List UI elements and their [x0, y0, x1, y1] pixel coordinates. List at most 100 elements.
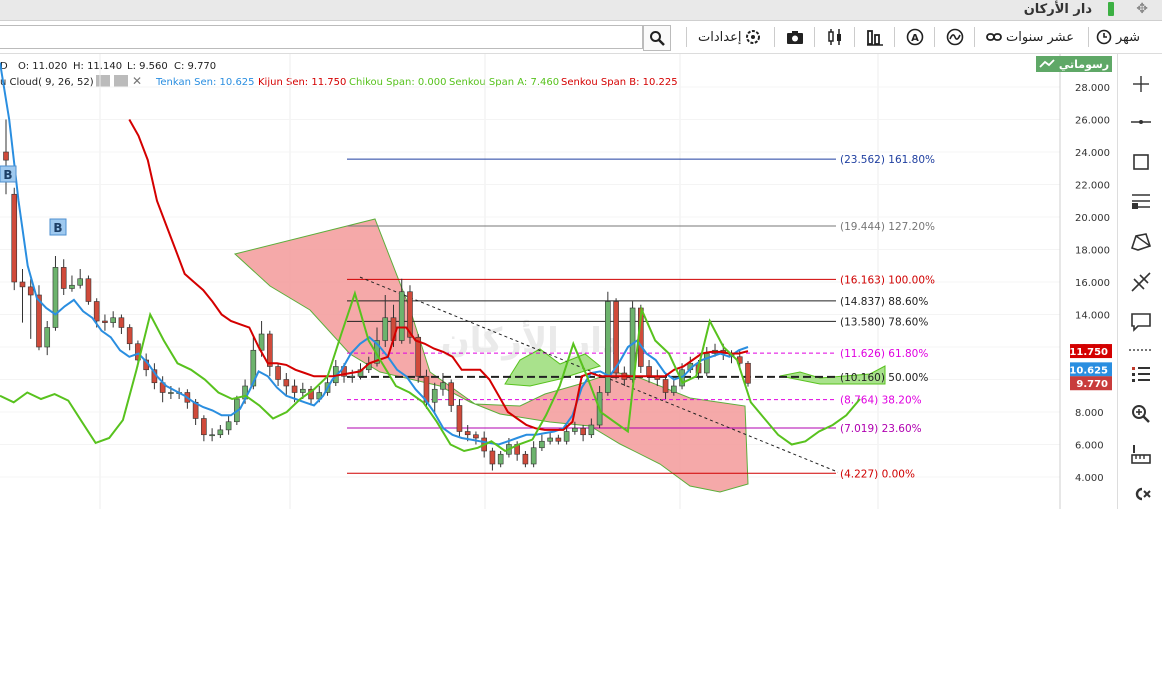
clock-icon: [1096, 29, 1112, 45]
candle-body: [126, 327, 133, 345]
candle-body: [563, 431, 570, 442]
y-axis-tick-label: 28.000: [1075, 83, 1110, 94]
zoom-tool[interactable]: [1118, 400, 1162, 428]
candle-body: [588, 424, 595, 436]
move-icon[interactable]: ✥: [1136, 1, 1148, 17]
buy-signal-label: B: [3, 168, 12, 182]
candle-body: [555, 437, 562, 442]
dotted-divider: [1128, 349, 1153, 351]
price-chart[interactable]: 4.0006.0008.00010.00012.00014.00016.0001…: [0, 54, 1112, 509]
pattern-tool[interactable]: [1118, 228, 1162, 256]
period-month-label: شهر: [1116, 29, 1141, 45]
candle-body: [118, 317, 125, 328]
ruler-tool[interactable]: [1118, 440, 1162, 468]
symbol-search-input[interactable]: [0, 25, 643, 49]
window-title: دار الأركان: [1023, 2, 1092, 17]
gear-icon: [746, 30, 761, 44]
fibonacci-icon: [1131, 194, 1150, 209]
candle-body: [522, 453, 529, 465]
price-badge-label: 10.625: [1069, 365, 1108, 376]
y-axis-tick-label: 24.000: [1075, 148, 1110, 159]
fib-level-label: (11.626) 61.80%: [840, 348, 928, 360]
period-month-button[interactable]: شهر: [1096, 25, 1140, 49]
y-axis-tick-label: 4.000: [1075, 473, 1104, 484]
green-indicator: [1108, 2, 1114, 16]
period-decade-button[interactable]: عشر سنوات: [986, 25, 1074, 49]
ruler-icon: [1130, 445, 1151, 464]
toolbar-separator: [854, 27, 855, 47]
y-axis-tick-label: 20.000: [1075, 213, 1110, 224]
candle-body: [745, 362, 751, 384]
candle-body: [85, 278, 92, 302]
candle-body: [3, 151, 9, 161]
camera-icon: [787, 31, 803, 44]
candle-body: [547, 437, 553, 442]
rectangle-tool[interactable]: [1118, 148, 1162, 176]
horizontal-line-tool[interactable]: [1118, 108, 1162, 136]
drawing-tools-panel: [1117, 54, 1162, 509]
rectangle-icon: [1132, 154, 1149, 170]
toolbar-separator: [774, 27, 775, 47]
fib-level-label: (23.562) 161.80%: [840, 154, 935, 166]
search-button[interactable]: [643, 25, 671, 51]
y-axis-tick-label: 22.000: [1075, 181, 1110, 192]
fib-level-label: (13.580) 78.60%: [840, 316, 928, 328]
indicators-button[interactable]: [866, 25, 884, 49]
y-axis-tick-label: 8.000: [1075, 408, 1104, 419]
candle-body: [440, 382, 446, 390]
indicator-list-tool[interactable]: [1118, 360, 1162, 388]
candle-body: [473, 434, 479, 439]
fib-level-label: (19.444) 127.20%: [840, 221, 935, 233]
candle-body: [448, 382, 455, 406]
pitchfork-tool[interactable]: [1118, 268, 1162, 296]
toolbar-separator: [894, 27, 895, 47]
window-titlebar: ✥ دار الأركان: [0, 0, 1162, 21]
candle-body: [11, 193, 18, 283]
candle-body: [497, 453, 504, 465]
candle-body: [580, 427, 586, 436]
drawings-tab[interactable]: رسوماتي: [1036, 56, 1112, 72]
candle-body: [382, 317, 389, 341]
candle-body: [267, 333, 273, 367]
candle-body: [670, 385, 677, 393]
candle-body: [646, 366, 652, 377]
fib-level-label: (10.160) 50.00%: [840, 372, 928, 384]
fib-level-label: (16.163) 100.00%: [840, 274, 935, 286]
fib-level-label: (4.227) 0.00%: [840, 468, 915, 480]
text-note-tool[interactable]: [1118, 308, 1162, 336]
buy-signal-label: B: [53, 221, 62, 235]
bar-chart-icon: [867, 30, 883, 46]
settings-button[interactable]: إعدادات: [698, 25, 761, 49]
candle-body: [662, 379, 669, 393]
candle-body: [398, 291, 405, 341]
candle-body: [703, 353, 710, 374]
candle-body: [225, 421, 232, 431]
candle-body: [349, 375, 356, 378]
toolbar-separator: [1088, 27, 1089, 47]
candle-body: [60, 267, 67, 289]
panel-divider: [1118, 348, 1162, 352]
candles-type-button[interactable]: [826, 25, 844, 49]
auto-scale-button[interactable]: A: [906, 25, 924, 49]
fibonacci-tool[interactable]: [1118, 188, 1162, 216]
candle-body: [299, 388, 306, 393]
list-icon: [1131, 367, 1150, 382]
y-axis-tick-label: 18.000: [1075, 246, 1110, 257]
candle-body: [209, 434, 215, 437]
wave-icon: [946, 28, 964, 46]
screenshot-button[interactable]: [786, 25, 804, 49]
candle-body: [572, 427, 578, 432]
remove-drawings-tool[interactable]: [1118, 480, 1162, 508]
candle-body: [291, 385, 298, 393]
toolbar-separator: [934, 27, 935, 47]
candle-body: [464, 431, 471, 436]
candle-body: [77, 278, 83, 286]
candle-body: [110, 317, 116, 323]
drawings-tab-label: رسوماتي: [1058, 57, 1110, 71]
horizontal-line-icon: [1130, 120, 1151, 124]
chain-link-icon: [986, 33, 1002, 41]
remove-drawings-icon: [1135, 487, 1151, 501]
compare-button[interactable]: [946, 25, 964, 49]
crosshair-tool[interactable]: [1118, 70, 1162, 98]
candle-body: [489, 450, 496, 465]
